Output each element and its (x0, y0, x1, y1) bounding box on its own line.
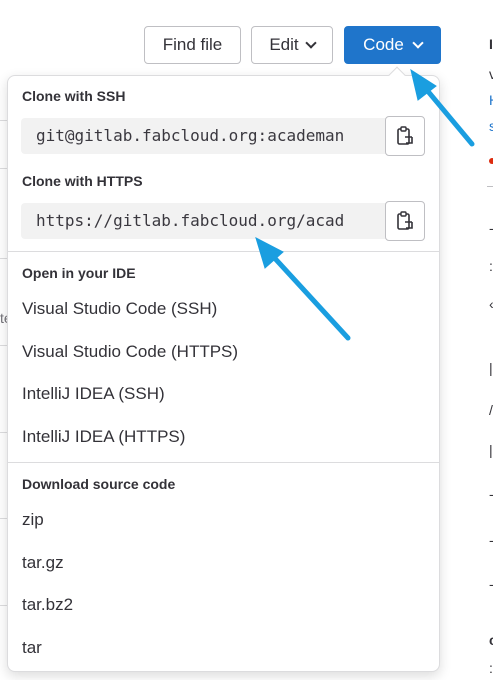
code-dropdown-menu: Clone with SSH git@gitlab.fabcloud.org:a… (7, 75, 440, 672)
ide-section-title: Open in your IDE (22, 265, 136, 281)
ide-item-vscode-https[interactable]: Visual Studio Code (HTTPS) (22, 342, 238, 362)
download-section-title: Download source code (22, 476, 176, 492)
download-item-tar-gz[interactable]: tar.gz (22, 553, 64, 573)
copy-https-url-button[interactable] (385, 201, 425, 241)
copy-to-clipboard-icon (397, 126, 413, 145)
section-divider (8, 251, 439, 252)
ssh-url-field[interactable]: git@gitlab.fabcloud.org:academan (21, 118, 386, 154)
download-item-tar-bz2[interactable]: tar.bz2 (22, 595, 73, 615)
find-file-button[interactable]: Find file (144, 26, 241, 64)
find-file-label: Find file (162, 35, 223, 54)
code-label: Code (363, 35, 404, 54)
copy-to-clipboard-icon (397, 211, 413, 230)
right-sidebar-fragment: I v H s - : ‹ | / | - - - c : (487, 36, 493, 676)
download-item-zip[interactable]: zip (22, 510, 44, 530)
code-button[interactable]: Code (344, 26, 441, 64)
clone-ssh-title: Clone with SSH (22, 88, 126, 104)
chevron-down-icon (304, 37, 317, 49)
ide-item-vscode-ssh[interactable]: Visual Studio Code (SSH) (22, 299, 217, 319)
chevron-down-icon (412, 37, 424, 49)
edit-button[interactable]: Edit (251, 26, 333, 64)
copy-ssh-url-button[interactable] (385, 116, 425, 156)
ide-item-intellij-https[interactable]: IntelliJ IDEA (HTTPS) (22, 427, 185, 447)
clone-https-title: Clone with HTTPS (22, 173, 143, 189)
section-divider (8, 462, 439, 463)
download-item-tar[interactable]: tar (22, 638, 42, 658)
ide-item-intellij-ssh[interactable]: IntelliJ IDEA (SSH) (22, 384, 165, 404)
https-url-field[interactable]: https://gitlab.fabcloud.org/acad (21, 203, 386, 239)
edit-label: Edit (269, 35, 299, 54)
